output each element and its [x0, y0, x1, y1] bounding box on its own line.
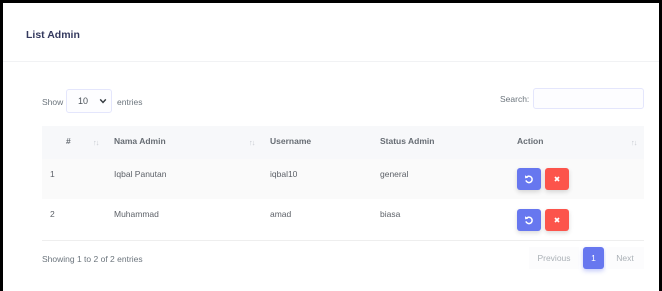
table-header: # ↑↓ Nama Admin ↑↓ Username Status Admin… [42, 126, 644, 160]
undo-icon [525, 216, 533, 225]
search-label: Search: [500, 94, 530, 104]
column-header-status-admin[interactable]: Status Admin [380, 136, 434, 146]
sort-icon[interactable]: ↑↓ [93, 138, 99, 147]
table-info: Showing 1 to 2 of 2 entries [42, 254, 143, 264]
entries-select-value: 10 [78, 96, 89, 106]
admin-name: Muhammad [114, 209, 159, 219]
table-row: 1 Iqbal Panutan iqbal10 general [42, 159, 644, 199]
entries-label: entries [117, 97, 143, 107]
card-title: List Admin [26, 29, 80, 41]
admin-status: general [380, 169, 409, 179]
delete-button[interactable] [545, 209, 569, 231]
pagination-previous[interactable]: Previous [529, 247, 579, 269]
table-row: 2 Muhammad amad biasa [42, 199, 644, 241]
undo-icon [525, 175, 533, 184]
search-input[interactable] [533, 88, 644, 109]
row-number: 1 [50, 169, 55, 179]
reset-button[interactable] [517, 209, 541, 231]
pagination-next[interactable]: Next [606, 247, 644, 269]
chevron-down-icon [99, 98, 107, 104]
column-header-nama-admin[interactable]: Nama Admin [114, 136, 166, 146]
admin-username: amad [270, 209, 292, 219]
reset-button[interactable] [517, 168, 541, 190]
admin-status: biasa [380, 209, 401, 219]
card-header: List Admin [3, 3, 659, 62]
close-icon [554, 176, 560, 182]
column-header-action[interactable]: Action [517, 136, 543, 146]
column-header-username[interactable]: Username [270, 136, 311, 146]
pagination-page-1[interactable]: 1 [583, 247, 604, 269]
delete-button[interactable] [545, 168, 569, 190]
show-label: Show [42, 97, 64, 107]
column-header-number[interactable]: # [66, 136, 71, 146]
sort-icon[interactable]: ↑↓ [249, 138, 255, 147]
admin-name: Iqbal Panutan [114, 169, 167, 179]
sort-icon[interactable]: ↑↓ [631, 138, 637, 147]
entries-select[interactable]: 10 [66, 89, 112, 113]
close-icon [554, 217, 560, 223]
admin-username: iqbal10 [270, 169, 298, 179]
row-number: 2 [50, 209, 55, 219]
